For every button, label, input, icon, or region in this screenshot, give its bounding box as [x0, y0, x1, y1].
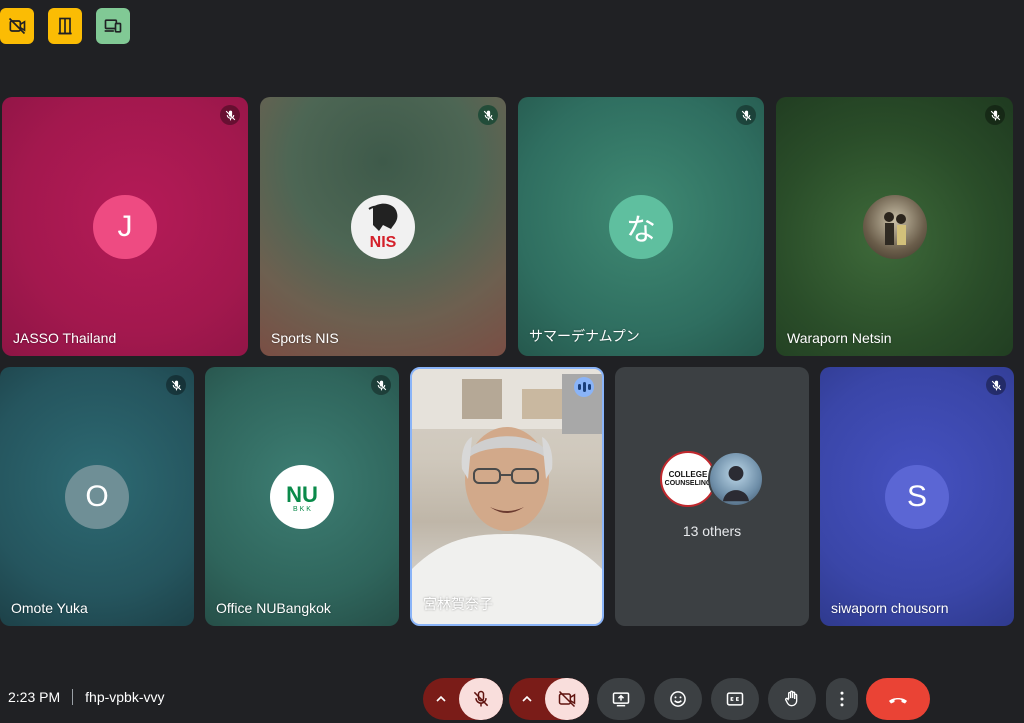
mic-off-icon [985, 105, 1005, 125]
participant-tile[interactable]: Waraporn Netsin [776, 97, 1013, 356]
participant-tile[interactable]: O Omote Yuka [0, 367, 194, 626]
avatar: な [609, 194, 673, 259]
door-icon [58, 17, 72, 35]
captions-button[interactable] [711, 678, 759, 720]
camera-off-icon [558, 690, 576, 708]
devices-icon [104, 19, 122, 33]
call-end-icon [889, 698, 907, 704]
participant-name: Omote Yuka [11, 600, 88, 616]
present-screen-icon [612, 692, 630, 707]
avatar: NIS [351, 194, 415, 259]
participant-name: サマーデナムプン [529, 328, 640, 344]
leave-call-button[interactable] [866, 678, 930, 720]
avatar-logo-text: NU [286, 481, 318, 507]
participant-tile[interactable]: な サマーデナムプン [518, 97, 764, 356]
avatar: S [885, 464, 949, 529]
participant-name: Waraporn Netsin [787, 330, 892, 346]
others-avatars: COLLEGE COUNSELING [660, 451, 764, 507]
participant-tile-video[interactable]: 宮林賀奈子 [410, 367, 604, 626]
participant-name: Office NUBangkok [216, 600, 331, 616]
host-controls-chip[interactable] [48, 8, 82, 44]
chevron-up-icon [522, 695, 532, 702]
participant-name: siwaporn chousorn [831, 600, 949, 616]
camera-toggle-button[interactable] [545, 678, 589, 720]
avatar: NU B K K [270, 464, 334, 529]
audio-options-button[interactable] [423, 678, 459, 720]
mic-off-icon [220, 105, 240, 125]
devices-chip[interactable] [96, 8, 130, 44]
present-screen-button[interactable] [597, 678, 645, 720]
clock-time: 2:23 PM [8, 689, 61, 705]
participant-name: 宮林賀奈子 [423, 596, 493, 612]
others-avatar [708, 451, 764, 507]
avatar-logo-text: NIS [369, 233, 397, 251]
avatar: O [65, 464, 129, 529]
mic-off-icon [371, 375, 391, 395]
camera-control [509, 678, 589, 720]
mic-off-icon [473, 690, 489, 707]
video-options-button[interactable] [509, 678, 545, 720]
mic-toggle-button[interactable] [459, 678, 503, 720]
recording-off-icon [8, 17, 26, 35]
chevron-up-icon [436, 695, 446, 702]
more-vert-icon [840, 691, 844, 707]
hand-icon [785, 690, 798, 707]
raise-hand-button[interactable] [768, 678, 816, 720]
reactions-button[interactable] [654, 678, 702, 720]
mic-off-icon [986, 375, 1006, 395]
mic-off-icon [166, 375, 186, 395]
participant-tile[interactable]: NU B K K Office NUBangkok [205, 367, 399, 626]
mic-control [423, 678, 503, 720]
others-tile[interactable]: COLLEGE COUNSELING 13 others [615, 367, 809, 626]
participant-name: Sports NIS [271, 330, 339, 346]
status-chips [0, 8, 130, 44]
emoji-icon [670, 691, 686, 707]
meeting-info: 2:23 PM fhp-vpbk-vvy [8, 689, 165, 705]
participant-video [412, 369, 602, 624]
avatar-photo [862, 194, 927, 259]
avatar: J [93, 194, 157, 259]
avatar-logo-subtext: B K K [293, 505, 311, 513]
more-options-button[interactable] [826, 678, 858, 720]
meeting-code[interactable]: fhp-vpbk-vvy [85, 689, 164, 705]
others-count-label: 13 others [682, 523, 742, 539]
participant-tile[interactable]: NIS Sports NIS [260, 97, 506, 356]
captions-icon [726, 692, 744, 706]
participant-tile[interactable]: J JASSO Thailand [2, 97, 248, 356]
participant-name: JASSO Thailand [13, 330, 117, 346]
mic-off-icon [478, 105, 498, 125]
participant-tile[interactable]: S siwaporn chousorn [820, 367, 1014, 626]
speaking-indicator-icon [574, 377, 594, 397]
divider [72, 689, 74, 705]
recording-off-chip[interactable] [0, 8, 34, 44]
mic-off-icon [736, 105, 756, 125]
